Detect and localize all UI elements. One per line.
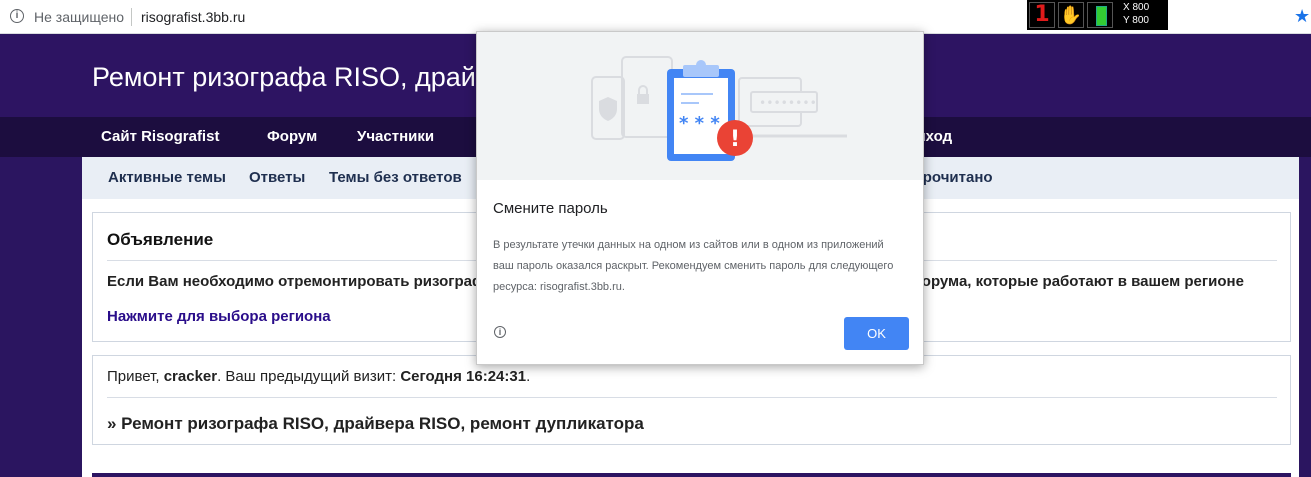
- x-readout: X 800: [1123, 2, 1150, 13]
- password-illustration: •••••••• * * * !: [477, 32, 923, 180]
- info-icon[interactable]: i: [494, 326, 506, 338]
- star-icon[interactable]: ★: [1294, 6, 1310, 27]
- dialog-title: Смените пароль: [493, 200, 608, 217]
- url-text[interactable]: risografist.3bb.ru: [141, 9, 245, 25]
- svg-text:••••••••: ••••••••: [759, 96, 817, 110]
- change-password-dialog: •••••••• * * * ! Смените пароль В резуль…: [476, 31, 924, 365]
- alert-mark: !: [730, 127, 740, 152]
- forum-title-link[interactable]: » Ремонт ризографа RISO, драйвера RISO, …: [107, 414, 644, 434]
- visit-label: . Ваш предыдущий визит:: [217, 368, 397, 385]
- visit-time: Сегодня 16:24:31: [400, 368, 527, 385]
- announcement-title: Объявление: [107, 230, 214, 249]
- divider: [131, 8, 132, 26]
- nav-item-site[interactable]: Сайт Risografist: [101, 128, 219, 145]
- security-status[interactable]: Не защищено: [34, 9, 124, 25]
- nav-item-forum[interactable]: Форум: [267, 128, 317, 145]
- welcome-box: Привет, cracker. Ваш предыдущий визит: С…: [92, 355, 1291, 445]
- hand-icon: ✋: [1058, 2, 1084, 28]
- number-indicator: 1: [1029, 2, 1055, 28]
- nav-item-members[interactable]: Участники: [357, 128, 434, 145]
- username[interactable]: cracker: [164, 368, 217, 385]
- subnav-active-topics[interactable]: Активные темы: [108, 169, 226, 186]
- subnav-unanswered[interactable]: Темы без ответов: [329, 169, 462, 186]
- subnav-replies[interactable]: Ответы: [249, 169, 305, 186]
- ok-button[interactable]: OK: [844, 317, 909, 350]
- y-readout: Y 800: [1123, 15, 1149, 26]
- region-link[interactable]: Нажмите для выбора региона: [107, 308, 331, 325]
- section-header-bar: [92, 473, 1291, 477]
- dialog-body: В результате утечки данных на одном из с…: [493, 239, 894, 293]
- leaked-password-icon: •••••••• * * * !: [591, 56, 847, 161]
- greeting-prefix: Привет,: [107, 368, 160, 385]
- info-icon[interactable]: i: [10, 9, 24, 23]
- password-mask: * * *: [679, 113, 720, 134]
- greeting: Привет, cracker. Ваш предыдущий визит: С…: [107, 368, 530, 385]
- divider: [107, 397, 1277, 398]
- greeting-end: .: [526, 368, 531, 385]
- battery-icon: [1087, 2, 1113, 28]
- coordinates-readout: X 800 Y 800: [1123, 1, 1149, 27]
- system-overlay: 1 ✋ X 800 Y 800: [1027, 0, 1168, 30]
